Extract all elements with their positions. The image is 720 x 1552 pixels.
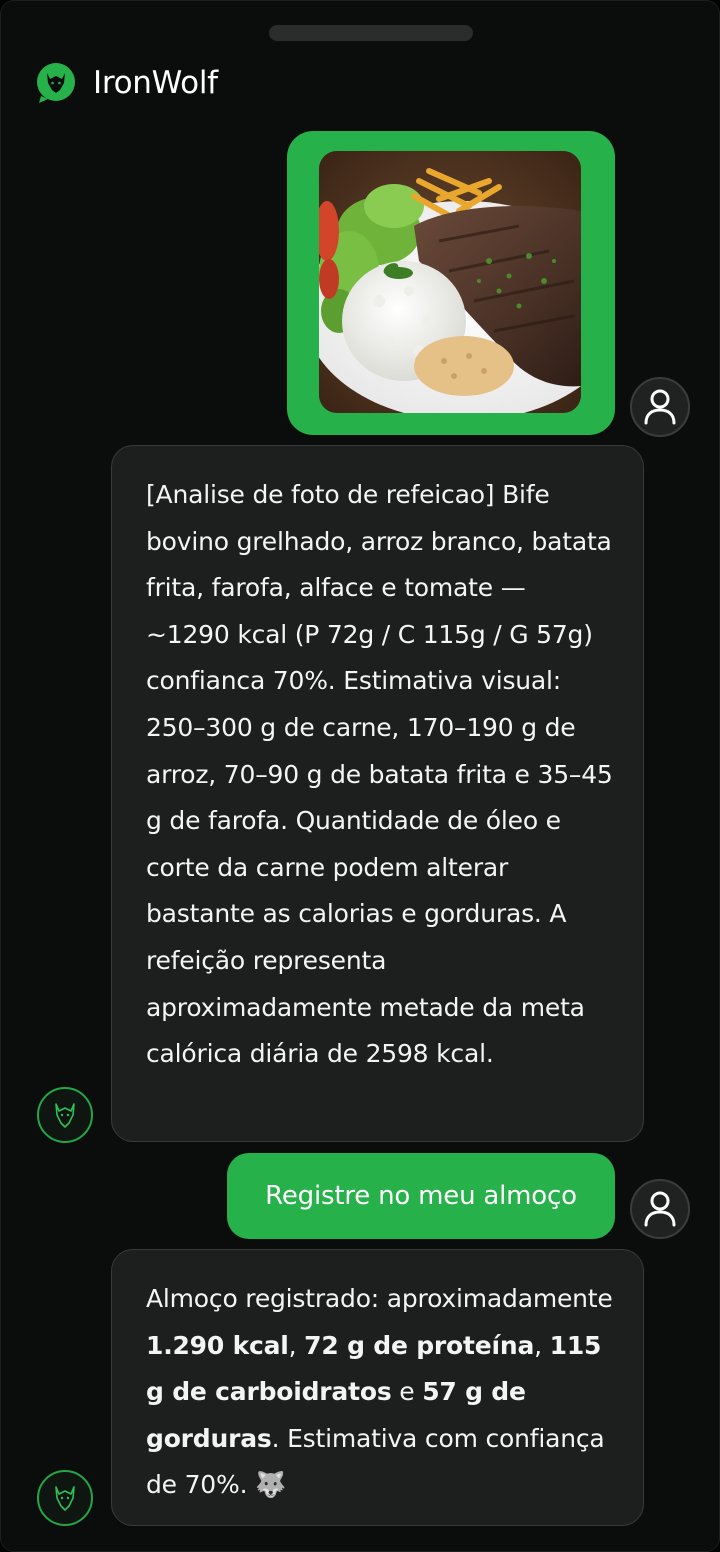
chat-screen: IronWolf [Analise de foto de refeicao] B…: [0, 0, 720, 1552]
confirmation-prefix: Almoço registrado: aproximadamente: [146, 1284, 613, 1313]
meal-photo[interactable]: [319, 151, 581, 413]
chat-header: IronWolf: [35, 61, 218, 105]
assistant-avatar: [37, 1470, 93, 1526]
wolf-emoji-icon: 🐺: [255, 1470, 286, 1500]
confirmation-sep2: ,: [534, 1330, 550, 1360]
wolf-icon: [55, 1103, 75, 1128]
user-icon: [644, 389, 676, 425]
wolf-icon: [55, 1486, 75, 1511]
assistant-message-analysis: [Analise de foto de refeicao] Bife bovin…: [111, 445, 644, 1142]
confirmation-and: e: [399, 1377, 415, 1407]
drag-handle[interactable]: [269, 25, 473, 41]
assistant-message-confirmation: Almoço registrado: aproximadamente 1.290…: [111, 1249, 644, 1526]
analysis-text: [Analise de foto de refeicao] Bife bovin…: [146, 480, 613, 1069]
user-message-text: Registre no meu almoço: [265, 1181, 577, 1211]
user-avatar[interactable]: [630, 1179, 690, 1239]
user-photo-message[interactable]: [287, 131, 615, 435]
confirmation-protein: 72 g de proteína: [304, 1330, 535, 1360]
app-title: IronWolf: [93, 65, 218, 101]
wolf-chat-logo-icon: [35, 62, 77, 104]
confirmation-calories: 1.290 kcal: [146, 1330, 289, 1360]
user-message-register-lunch[interactable]: Registre no meu almoço: [227, 1153, 615, 1239]
user-avatar[interactable]: [630, 377, 690, 437]
assistant-avatar: [37, 1087, 93, 1143]
confirmation-sep1: ,: [288, 1330, 305, 1360]
user-icon: [644, 1191, 676, 1227]
